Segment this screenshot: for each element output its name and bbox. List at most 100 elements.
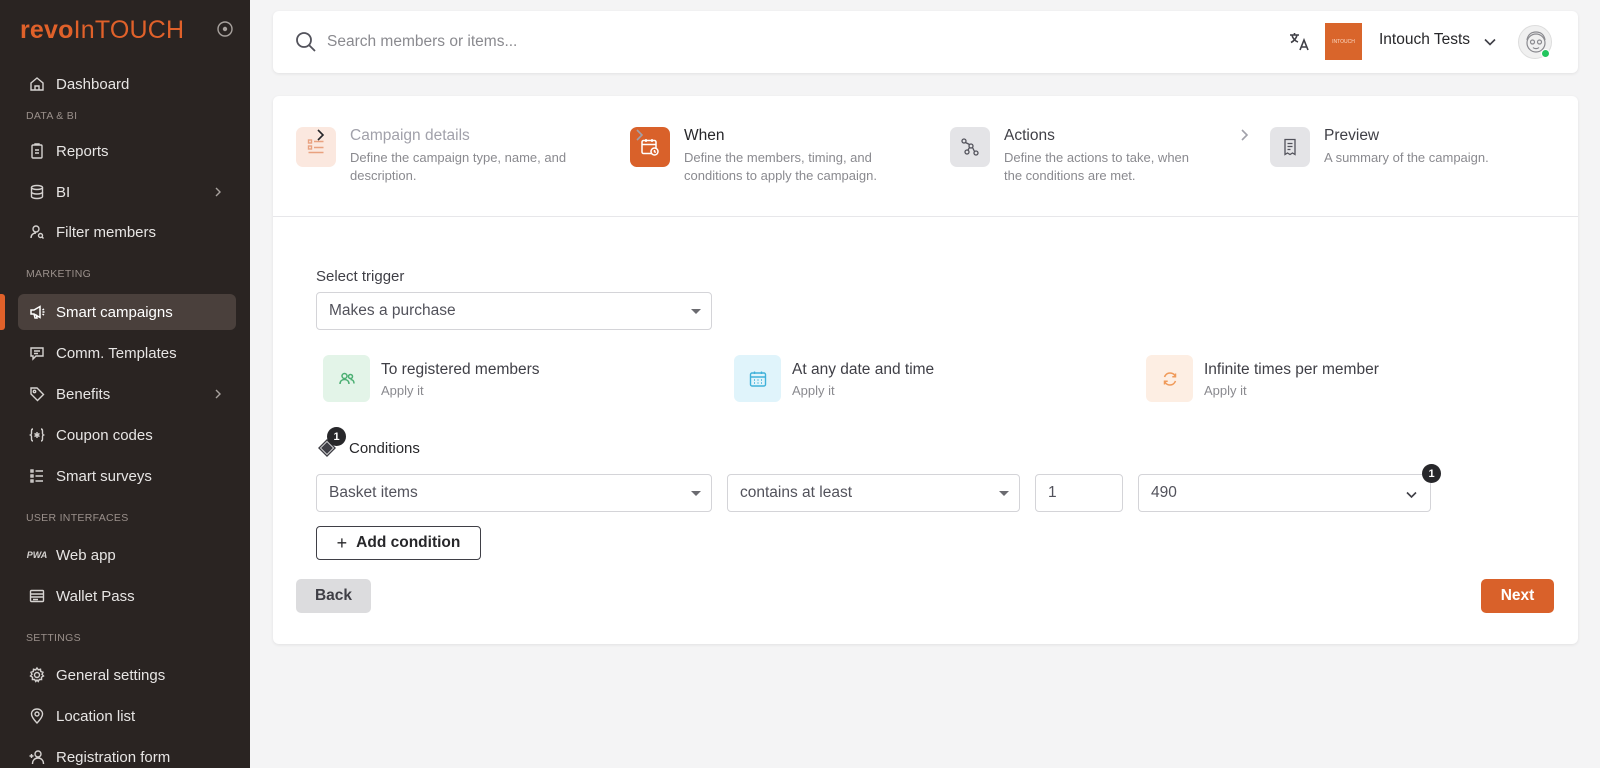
sidebar-item-comm-templates[interactable]: Comm. Templates	[18, 335, 236, 371]
sidebar-item-label: Smart surveys	[56, 467, 152, 485]
step-title: Actions	[1004, 127, 1055, 144]
feature-subtitle: Apply it	[792, 383, 835, 398]
back-button[interactable]: Back	[296, 579, 371, 613]
step-desc-line: Define the actions to take, when	[1004, 150, 1190, 165]
step-desc-line: Define the campaign type, name, and	[350, 150, 567, 165]
receipt-icon	[1270, 127, 1310, 167]
condition-operator-select[interactable]: contains at least	[727, 474, 1020, 512]
sidebar-item-coupon-codes[interactable]: Coupon codes	[18, 417, 236, 453]
sidebar-item-wallet-pass[interactable]: Wallet Pass	[18, 578, 236, 614]
plus-icon: +	[336, 533, 348, 553]
user-search-icon	[27, 222, 47, 242]
step-title: When	[684, 127, 725, 144]
add-condition-button[interactable]: + Add condition	[316, 526, 481, 560]
sidebar-item-label: Registration form	[56, 748, 171, 766]
calendar-icon	[734, 355, 781, 402]
online-status-dot	[1541, 49, 1550, 58]
step-description: Define the campaign type, name, and desc…	[350, 149, 566, 185]
sidebar-item-benefits[interactable]: Benefits	[18, 376, 236, 412]
coupon-icon	[27, 425, 47, 445]
step-desc-line: the conditions are met.	[1004, 168, 1136, 183]
sidebar-item-label: Smart campaigns	[56, 303, 173, 321]
logo-part1: revo	[20, 16, 74, 44]
sidebar-item-label: General settings	[56, 666, 166, 684]
org-logo[interactable]: INTOUCH	[1325, 23, 1362, 60]
feature-subtitle: Apply it	[1204, 383, 1247, 398]
caret-down-icon	[999, 491, 1009, 496]
user-plus-icon	[27, 747, 47, 767]
tag-icon	[27, 384, 47, 404]
sidebar-item-location-list[interactable]: Location list	[18, 698, 236, 734]
org-name[interactable]: Intouch Tests	[1379, 31, 1470, 49]
chevron-down-icon	[1405, 488, 1418, 501]
users-icon	[323, 355, 370, 402]
sidebar-item-dashboard[interactable]: Dashboard	[18, 66, 236, 102]
step-desc-line: description.	[350, 168, 417, 183]
step-campaign-details[interactable]: Campaign details Define the campaign typ…	[296, 127, 586, 197]
condition-operator-value: contains at least	[740, 484, 853, 501]
top-bar: INTOUCH Intouch Tests	[273, 11, 1578, 73]
sidebar-item-registration-form[interactable]: Registration form	[18, 739, 236, 768]
chevron-right-icon	[313, 128, 327, 142]
list-icon	[27, 466, 47, 486]
sidebar-item-bi[interactable]: BI	[18, 174, 236, 210]
refresh-icon	[1146, 355, 1193, 402]
sidebar-item-filter-members[interactable]: Filter members	[18, 214, 236, 250]
step-description: Define the actions to take, when the con…	[1004, 149, 1189, 185]
step-desc-line: A summary of the campaign.	[1324, 150, 1489, 165]
sidebar-item-label: Web app	[56, 546, 116, 564]
chevron-right-icon	[632, 128, 646, 142]
chevron-right-icon	[1237, 128, 1251, 142]
pwa-glyph: PWA	[26, 550, 48, 560]
condition-quantity-input[interactable]: 1	[1035, 474, 1123, 512]
feature-title: Infinite times per member	[1204, 361, 1379, 378]
org-logo-text: INTOUCH	[1332, 38, 1355, 45]
logo[interactable]: revoInTOUCH	[20, 16, 184, 45]
step-desc-line: conditions to apply the campaign.	[684, 168, 877, 183]
section-label-marketing: MARKETING	[26, 268, 92, 280]
sidebar-item-general-settings[interactable]: General settings	[18, 657, 236, 693]
sidebar-item-label: Reports	[56, 142, 109, 160]
search-icon[interactable]	[294, 30, 318, 54]
conditions-count-badge: 1	[327, 427, 346, 446]
step-actions[interactable]: Actions Define the actions to take, when…	[950, 127, 1240, 197]
search-input[interactable]	[327, 29, 927, 55]
condition-item-value: 490	[1151, 484, 1177, 501]
database-icon	[27, 182, 47, 202]
sidebar-item-label: Dashboard	[56, 75, 130, 93]
item-count-badge: 1	[1422, 464, 1441, 483]
trigger-select[interactable]: Makes a purchase	[316, 292, 712, 330]
condition-item-select[interactable]: 490	[1138, 474, 1431, 512]
step-description: A summary of the campaign.	[1324, 149, 1489, 167]
sidebar: revoInTOUCH Dashboard DATA & BI Reports …	[0, 0, 250, 768]
feature-title: At any date and time	[792, 361, 935, 378]
conditions-label: Conditions	[349, 440, 420, 457]
trigger-select-value: Makes a purchase	[329, 302, 456, 319]
feature-subtitle: Apply it	[381, 383, 424, 398]
step-when[interactable]: When Define the members, timing, and con…	[630, 127, 920, 197]
message-icon	[27, 343, 47, 363]
campaign-wizard-card: Campaign details Define the campaign typ…	[273, 96, 1578, 644]
select-trigger-label: Select trigger	[316, 268, 405, 285]
sidebar-item-smart-surveys[interactable]: Smart surveys	[18, 458, 236, 494]
condition-field-value: Basket items	[329, 484, 418, 501]
translate-icon[interactable]	[1287, 29, 1313, 55]
pwa-icon: PWA	[26, 545, 48, 565]
sidebar-item-label: BI	[56, 183, 71, 201]
sidebar-item-reports[interactable]: Reports	[18, 133, 236, 169]
next-button[interactable]: Next	[1481, 579, 1554, 613]
sidebar-item-label: Filter members	[56, 223, 157, 241]
sidebar-item-smart-campaigns[interactable]: Smart campaigns	[18, 294, 236, 330]
feature-title: To registered members	[381, 361, 540, 378]
sidebar-item-label: Coupon codes	[56, 426, 153, 444]
step-preview[interactable]: Preview A summary of the campaign.	[1270, 127, 1560, 197]
condition-field-select[interactable]: Basket items	[316, 474, 712, 512]
collapse-sidebar-icon[interactable]	[216, 20, 234, 38]
sidebar-item-label: Location list	[56, 707, 136, 725]
chevron-down-icon[interactable]	[1483, 35, 1497, 49]
step-title: Preview	[1324, 127, 1380, 144]
logo-part2: InTOUCH	[73, 16, 185, 44]
sidebar-item-web-app[interactable]: PWA Web app	[18, 537, 236, 573]
caret-down-icon	[691, 309, 701, 314]
step-title: Campaign details	[350, 127, 470, 144]
